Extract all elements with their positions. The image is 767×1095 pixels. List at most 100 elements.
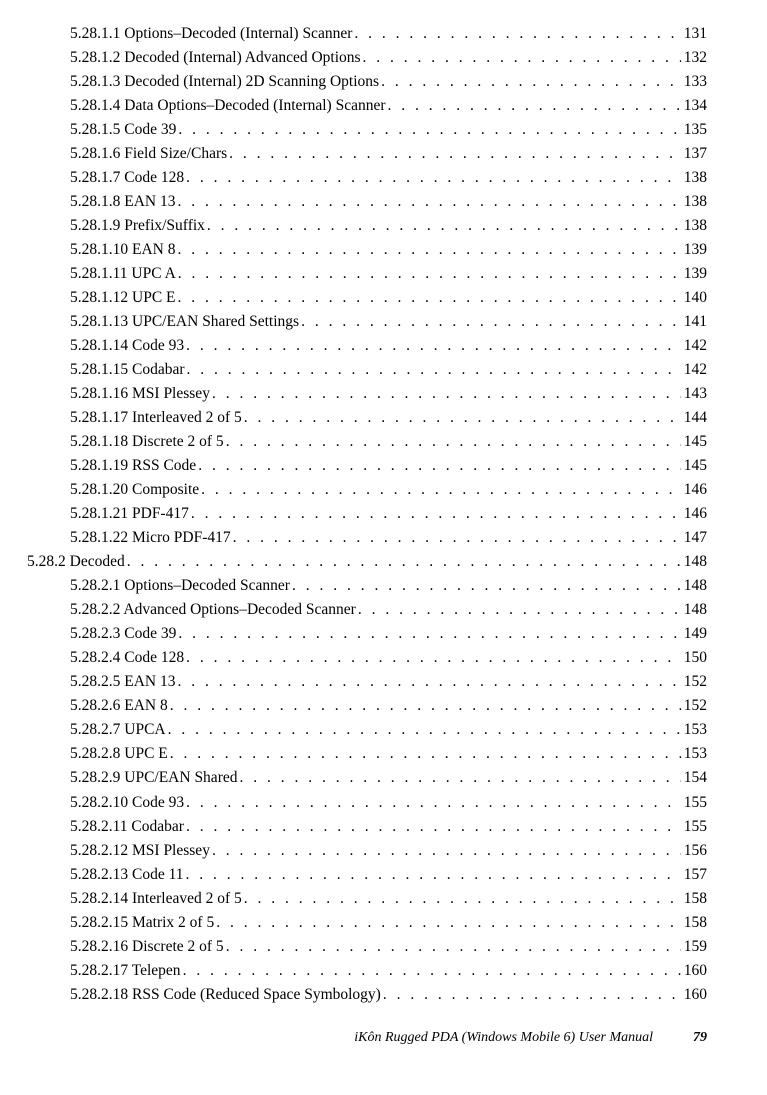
toc-leader-dots bbox=[212, 382, 681, 406]
toc-entry-title: 5.28.2.14 Interleaved 2 of 5 bbox=[70, 887, 242, 911]
toc-entry-page: 147 bbox=[684, 526, 707, 550]
toc-entry-page: 160 bbox=[684, 959, 707, 983]
toc-leader-dots bbox=[233, 526, 681, 550]
toc-entry: 5.28.2.5 EAN 13152 bbox=[70, 670, 707, 694]
toc-entry-title: 5.28.1.1 Options–Decoded (Internal) Scan… bbox=[70, 22, 352, 46]
toc-entry: 5.28.1.21 PDF-417146 bbox=[70, 502, 707, 526]
toc-entry-page: 148 bbox=[684, 550, 707, 574]
toc-entry-page: 154 bbox=[684, 766, 707, 790]
toc-entry-title: 5.28.1.13 UPC/EAN Shared Settings bbox=[70, 310, 299, 334]
toc-entry-title: 5.28.2.3 Code 39 bbox=[70, 622, 176, 646]
toc-leader-dots bbox=[186, 815, 681, 839]
toc-leader-dots bbox=[226, 430, 681, 454]
toc-entry: 5.28.2.17 Telepen 160 bbox=[70, 959, 707, 983]
toc-leader-dots bbox=[207, 214, 681, 238]
toc-leader-dots bbox=[358, 598, 681, 622]
toc-entry-title: 5.28.2.8 UPC E bbox=[70, 742, 168, 766]
toc-entry-title: 5.28.2 Decoded bbox=[27, 550, 125, 574]
toc-leader-dots bbox=[388, 94, 681, 118]
toc-leader-dots bbox=[177, 190, 680, 214]
toc-entry: 5.28.2.3 Code 39 149 bbox=[70, 622, 707, 646]
toc-leader-dots bbox=[177, 238, 680, 262]
toc-entry-title: 5.28.2.16 Discrete 2 of 5 bbox=[70, 935, 224, 959]
toc-entry: 5.28.1.1 Options–Decoded (Internal) Scan… bbox=[70, 22, 707, 46]
toc-entry-title: 5.28.2.18 RSS Code (Reduced Space Symbol… bbox=[70, 983, 381, 1007]
toc-entry-page: 139 bbox=[684, 238, 707, 262]
toc-leader-dots bbox=[170, 694, 681, 718]
toc-entry-page: 142 bbox=[684, 334, 707, 358]
toc-entry: 5.28.2.10 Code 93155 bbox=[70, 791, 707, 815]
toc-leader-dots bbox=[178, 622, 680, 646]
toc-entry: 5.28.1.22 Micro PDF-417 147 bbox=[70, 526, 707, 550]
toc-entry-title: 5.28.1.10 EAN 8 bbox=[70, 238, 175, 262]
toc-entry-title: 5.28.1.14 Code 93 bbox=[70, 334, 184, 358]
toc-entry: 5.28.2.15 Matrix 2 of 5158 bbox=[70, 911, 707, 935]
toc-leader-dots bbox=[244, 406, 681, 430]
toc-entry: 5.28.2 Decoded 148 bbox=[27, 550, 707, 574]
toc-entry: 5.28.1.16 MSI Plessey 143 bbox=[70, 382, 707, 406]
toc-entry-title: 5.28.2.6 EAN 8 bbox=[70, 694, 168, 718]
toc-leader-dots bbox=[186, 791, 681, 815]
toc-entry: 5.28.1.9 Prefix/Suffix 138 bbox=[70, 214, 707, 238]
toc-entry: 5.28.2.2 Advanced Options–Decoded Scanne… bbox=[70, 598, 707, 622]
toc-entry-title: 5.28.1.9 Prefix/Suffix bbox=[70, 214, 205, 238]
toc-entry: 5.28.1.12 UPC E140 bbox=[70, 286, 707, 310]
toc-leader-dots bbox=[381, 70, 681, 94]
toc-leader-dots bbox=[301, 310, 681, 334]
toc-entry-page: 143 bbox=[684, 382, 707, 406]
toc-leader-dots bbox=[226, 935, 681, 959]
toc-entry: 5.28.2.7 UPCA 153 bbox=[70, 718, 707, 742]
toc-entry: 5.28.1.19 RSS Code145 bbox=[70, 454, 707, 478]
toc-entry-title: 5.28.1.21 PDF-417 bbox=[70, 502, 189, 526]
toc-entry-page: 141 bbox=[684, 310, 707, 334]
toc-entry: 5.28.2.16 Discrete 2 of 5 159 bbox=[70, 935, 707, 959]
toc-entry: 5.28.1.18 Discrete 2 of 5145 bbox=[70, 430, 707, 454]
toc-entry: 5.28.2.9 UPC/EAN Shared154 bbox=[70, 766, 707, 790]
toc-entry-title: 5.28.2.12 MSI Plessey bbox=[70, 839, 210, 863]
toc-leader-dots bbox=[186, 646, 681, 670]
toc-entry: 5.28.2.13 Code 11157 bbox=[70, 863, 707, 887]
toc-entry-page: 138 bbox=[684, 214, 707, 238]
toc-entry-page: 158 bbox=[684, 911, 707, 935]
toc-entry-title: 5.28.2.17 Telepen bbox=[70, 959, 181, 983]
toc-entry-page: 148 bbox=[684, 574, 707, 598]
toc-entry: 5.28.1.15 Codabar142 bbox=[70, 358, 707, 382]
toc-entry-title: 5.28.1.5 Code 39 bbox=[70, 118, 176, 142]
toc-entry-page: 157 bbox=[684, 863, 707, 887]
table-of-contents: 5.28.1.1 Options–Decoded (Internal) Scan… bbox=[70, 22, 707, 1007]
toc-leader-dots bbox=[292, 574, 681, 598]
toc-entry-title: 5.28.1.20 Composite bbox=[70, 478, 199, 502]
toc-entry-page: 159 bbox=[684, 935, 707, 959]
footer-page-number: 79 bbox=[693, 1027, 707, 1049]
toc-entry: 5.28.2.12 MSI Plessey156 bbox=[70, 839, 707, 863]
toc-leader-dots bbox=[216, 911, 681, 935]
toc-leader-dots bbox=[354, 22, 680, 46]
toc-entry-title: 5.28.1.18 Discrete 2 of 5 bbox=[70, 430, 224, 454]
toc-entry-title: 5.28.1.16 MSI Plessey bbox=[70, 382, 210, 406]
toc-entry-page: 153 bbox=[684, 718, 707, 742]
toc-leader-dots bbox=[191, 502, 681, 526]
toc-leader-dots bbox=[244, 887, 681, 911]
toc-entry-page: 134 bbox=[684, 94, 707, 118]
toc-leader-dots bbox=[383, 983, 681, 1007]
toc-entry: 5.28.2.8 UPC E153 bbox=[70, 742, 707, 766]
toc-entry-page: 155 bbox=[684, 791, 707, 815]
toc-leader-dots bbox=[239, 766, 680, 790]
toc-leader-dots bbox=[229, 142, 681, 166]
toc-entry-page: 139 bbox=[684, 262, 707, 286]
toc-entry-title: 5.28.2.4 Code 128 bbox=[70, 646, 184, 670]
toc-entry-title: 5.28.2.7 UPCA bbox=[70, 718, 166, 742]
toc-entry-page: 149 bbox=[684, 622, 707, 646]
toc-entry-title: 5.28.1.15 Codabar bbox=[70, 358, 185, 382]
toc-entry: 5.28.1.17 Interleaved 2 of 5144 bbox=[70, 406, 707, 430]
toc-entry-title: 5.28.1.22 Micro PDF-417 bbox=[70, 526, 231, 550]
toc-entry: 5.28.1.14 Code 93 142 bbox=[70, 334, 707, 358]
toc-entry-title: 5.28.1.7 Code 128 bbox=[70, 166, 184, 190]
toc-entry-title: 5.28.1.3 Decoded (Internal) 2D Scanning … bbox=[70, 70, 379, 94]
toc-leader-dots bbox=[178, 118, 680, 142]
toc-entry-page: 145 bbox=[684, 454, 707, 478]
toc-entry-page: 148 bbox=[684, 598, 707, 622]
toc-entry-title: 5.28.2.11 Codabar bbox=[70, 815, 184, 839]
toc-entry-page: 144 bbox=[684, 406, 707, 430]
toc-entry-page: 160 bbox=[684, 983, 707, 1007]
